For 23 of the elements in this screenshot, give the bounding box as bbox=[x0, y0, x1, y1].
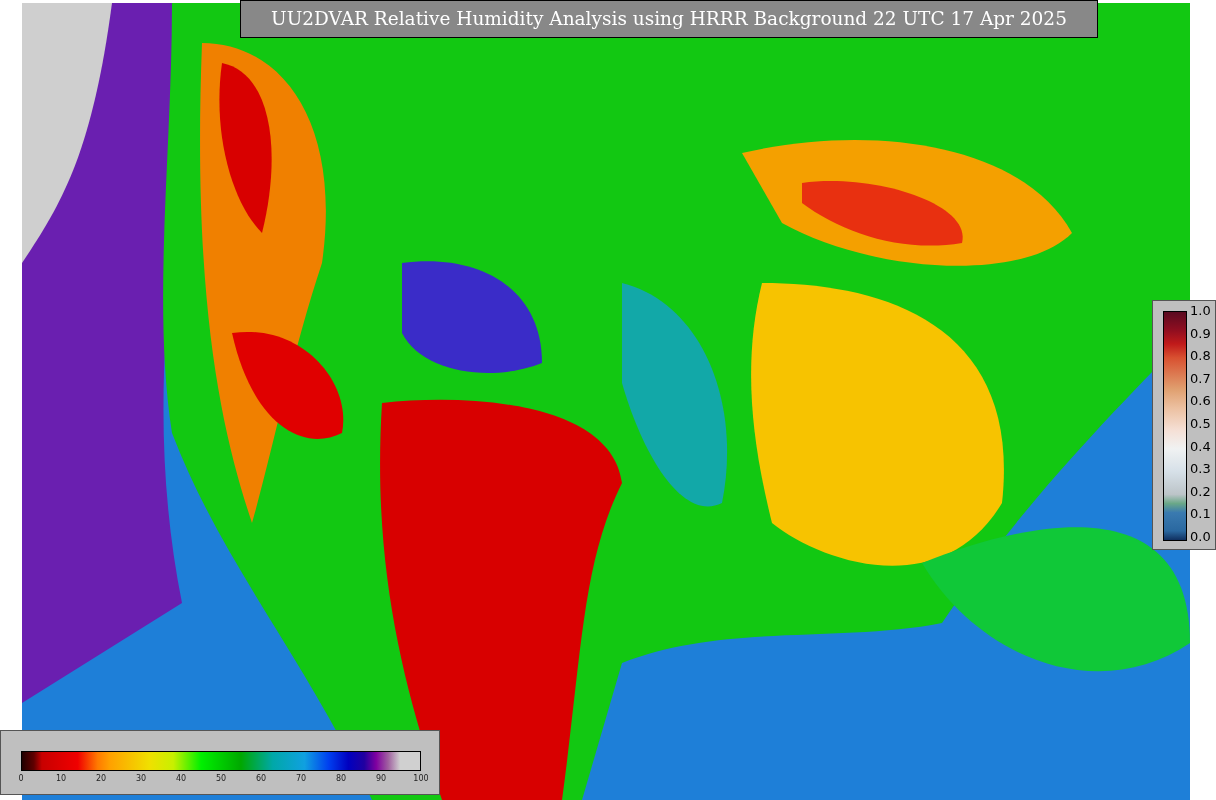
colorbar-tick-label: 40 bbox=[174, 774, 188, 784]
colorbar-tick-label: 0.0 bbox=[1190, 529, 1211, 544]
map-title: UU2DVAR Relative Humidity Analysis using HRRR Background 22 UTC 17 Apr 2025 bbox=[240, 0, 1098, 38]
colorbar-tick-label: 0.6 bbox=[1190, 394, 1211, 409]
colorbar-tick-label: 0.9 bbox=[1190, 326, 1211, 341]
colorbar-tick-label: 0.1 bbox=[1190, 507, 1211, 522]
colorbar-tick-label: 0.5 bbox=[1190, 416, 1211, 431]
colorbar-tick-label: 0.8 bbox=[1190, 349, 1211, 364]
colorbar-tick-label: 50 bbox=[214, 774, 228, 784]
colorbar-tick-label: 100 bbox=[412, 774, 430, 784]
colorbar-tick-label: 20 bbox=[94, 774, 108, 784]
colorbar-tick-label: 90 bbox=[374, 774, 388, 784]
colorbar-tick-label: 60 bbox=[254, 774, 268, 784]
colorbar-tick-label: 0.7 bbox=[1190, 371, 1211, 386]
colorbar-tick-label: 0 bbox=[17, 774, 25, 784]
colorbar-tick-label: 80 bbox=[334, 774, 348, 784]
colorbar-tick-label: 30 bbox=[134, 774, 148, 784]
colorbar-tick-label: 1.0 bbox=[1190, 304, 1211, 318]
colorbar-tick-label: 70 bbox=[294, 774, 308, 784]
colorbar-tick-label: 0.3 bbox=[1190, 462, 1211, 477]
colorbar-tick-label: 10 bbox=[54, 774, 68, 784]
colorbar-tick-label: 0.4 bbox=[1190, 439, 1211, 454]
colorbar-tick-label: 0.2 bbox=[1190, 484, 1211, 499]
